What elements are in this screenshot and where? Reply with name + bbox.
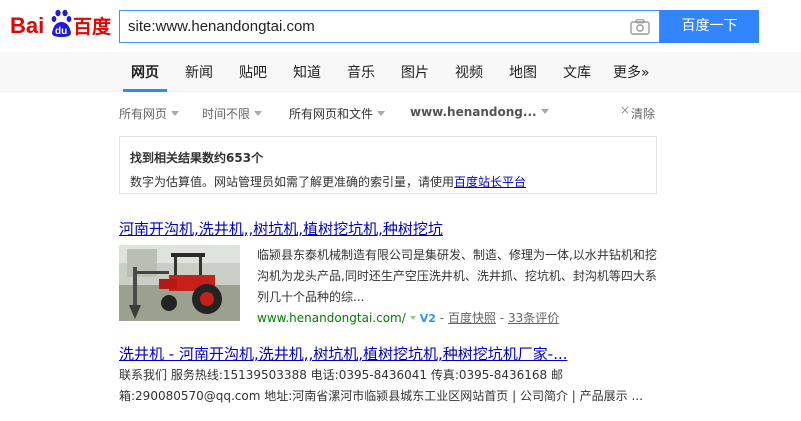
vertical-nav: 网页 新闻 贴吧 知道 音乐 图片 视频 地图 文库 更多» — [0, 52, 801, 92]
tab-images[interactable]: 图片 — [401, 62, 429, 82]
search-input[interactable] — [120, 11, 620, 42]
tab-tieba[interactable]: 贴吧 — [239, 62, 267, 82]
caret-down-icon — [254, 111, 263, 116]
result-count-note: 数字为估算值。网站管理员如需了解更准确的索引量，请使用百度站长平台 — [130, 173, 526, 190]
caret-down-icon — [540, 109, 549, 114]
filter-site-label: www.henandong... — [410, 105, 537, 119]
result-abstract: 联系我们 服务热线:15139503388 电话:0395-8436041 传真… — [119, 368, 643, 403]
cached-page-link[interactable]: 百度快照 — [448, 311, 496, 325]
result-abstract: 临颍县东泰机械制造有限公司是集研发、制造、修理为一体,以水井钻机和挖沟机为龙头产… — [257, 248, 657, 304]
tab-wenku[interactable]: 文库 — [563, 62, 591, 82]
caret-down-icon — [171, 111, 180, 116]
close-icon[interactable]: × — [620, 103, 630, 117]
result-title-link[interactable]: 河南开沟机,洗井机,,树坑机,植树挖坑机,种树挖坑 — [119, 218, 443, 239]
tab-zhidao[interactable]: 知道 — [293, 62, 321, 82]
result-count-prefix: 找到相关结果数约 — [130, 151, 227, 165]
search-filters: 所有网页 时间不限 所有网页和文件 www.henandong... × 清除 — [0, 92, 801, 134]
verified-badge-icon[interactable]: V2 — [420, 312, 436, 325]
result-title-link[interactable]: 洗井机 - 河南开沟机,洗井机,,树坑机,植树挖坑机,种树挖坑机厂家-... — [119, 343, 568, 364]
separator: - — [499, 311, 505, 325]
webmaster-platform-link[interactable]: 百度站长平台 — [454, 175, 526, 189]
caret-down-icon — [377, 111, 386, 116]
tab-video[interactable]: 视频 — [455, 62, 483, 82]
logo-text-bai: Bai — [10, 13, 44, 38]
result-thumbnail-image[interactable] — [119, 245, 240, 321]
result-count-number: 653 — [226, 151, 252, 165]
tab-music[interactable]: 音乐 — [347, 62, 375, 82]
caret-down-icon[interactable] — [409, 316, 416, 320]
search-results-page: Bai du 百度 百度一下 网页 新闻 贴吧 — [0, 0, 801, 421]
result-count-note-text: 数字为估算值。网站管理员如需了解更准确的索引量，请使用 — [130, 175, 455, 189]
tab-more[interactable]: 更多» — [613, 62, 650, 82]
camera-icon[interactable] — [630, 19, 650, 35]
result-count-box: 找到相关结果数约653个 数字为估算值。网站管理员如需了解更准确的索引量，请使用… — [119, 136, 657, 194]
result-url-line: www.henandongtai.com/V2 - 百度快照 - 33条评价 — [257, 309, 559, 326]
filter-all-pages-label: 所有网页 — [119, 107, 168, 121]
separator: - — [439, 311, 445, 325]
search-box — [119, 10, 660, 43]
logo-text-cn: 百度 — [73, 15, 112, 38]
filter-file-type-label: 所有网页和文件 — [289, 107, 374, 121]
filter-site[interactable]: www.henandong... — [410, 105, 549, 119]
logo-text-du: du — [55, 26, 67, 37]
filter-all-pages[interactable]: 所有网页 — [119, 105, 180, 122]
baidu-logo[interactable]: Bai du 百度 — [10, 9, 112, 41]
tab-web[interactable]: 网页 — [131, 62, 159, 82]
tab-news[interactable]: 新闻 — [185, 62, 213, 82]
clear-filters-button[interactable]: 清除 — [631, 105, 655, 122]
result-count-suffix: 个 — [251, 151, 264, 165]
header: Bai du 百度 百度一下 — [0, 0, 801, 52]
result-url[interactable]: www.henandongtai.com/ — [257, 311, 406, 325]
tab-map[interactable]: 地图 — [509, 62, 537, 82]
result-count: 找到相关结果数约653个 — [130, 149, 263, 166]
filter-file-type[interactable]: 所有网页和文件 — [289, 105, 386, 122]
reviews-link[interactable]: 33条评价 — [508, 311, 559, 325]
filter-time[interactable]: 时间不限 — [202, 105, 263, 122]
search-button[interactable]: 百度一下 — [660, 10, 759, 43]
filter-time-label: 时间不限 — [202, 107, 251, 121]
